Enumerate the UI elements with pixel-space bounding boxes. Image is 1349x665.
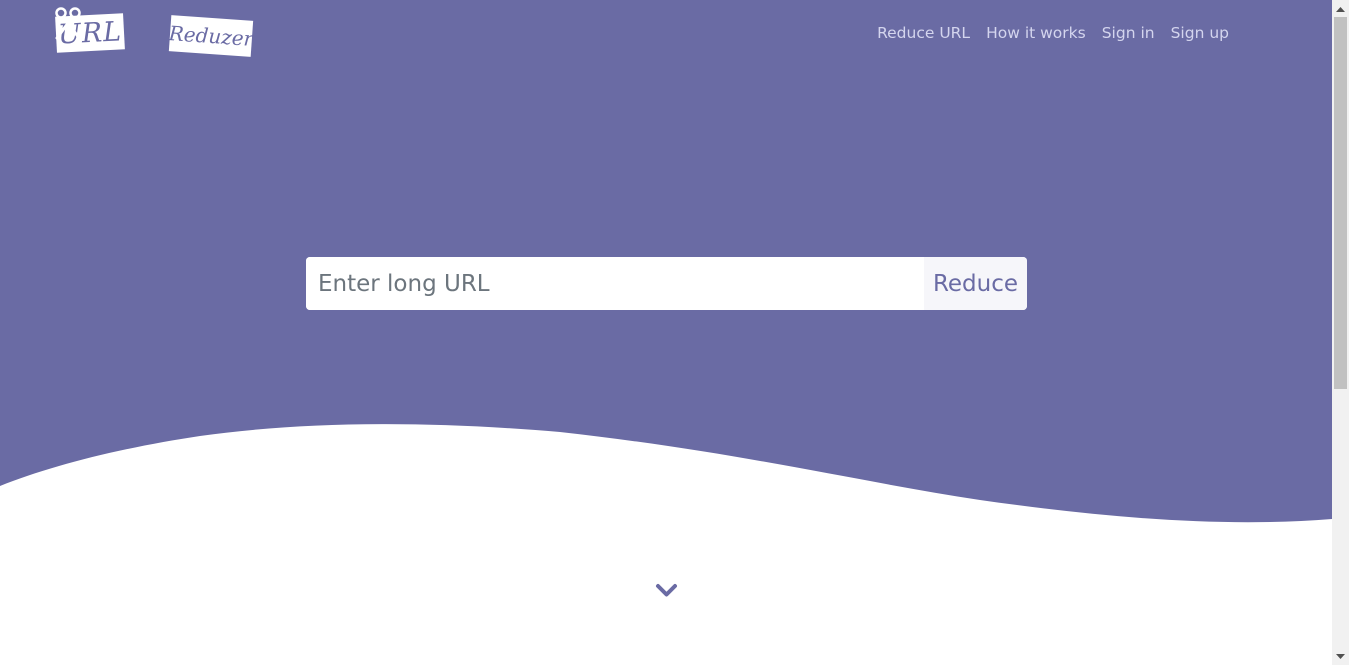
logo-reduzer-label: Reduzer [168, 15, 254, 57]
hero-section: URL Reduzer Reduce URL How it works Sign… [0, 0, 1332, 530]
scrollbar-thumb[interactable] [1334, 17, 1347, 389]
main-nav: Reduce URL How it works Sign in Sign up [877, 20, 1229, 46]
nav-sign-up-link[interactable]: Sign up [1171, 20, 1229, 46]
nav-reduce-url-link[interactable]: Reduce URL [877, 20, 970, 46]
url-shortener-form: Reduce [306, 257, 1027, 310]
logo[interactable]: URL Reduzer [54, 6, 256, 58]
reduce-button[interactable]: Reduce [924, 257, 1027, 310]
scissors-icon [55, 7, 81, 40]
nav-sign-in-link[interactable]: Sign in [1102, 20, 1155, 46]
long-url-input[interactable] [306, 257, 924, 310]
scroll-up-arrow-icon[interactable] [1332, 0, 1349, 17]
chevron-down-icon[interactable] [655, 582, 678, 600]
scroll-down-arrow-icon[interactable] [1332, 648, 1349, 665]
vertical-scrollbar[interactable] [1332, 0, 1349, 665]
page: URL Reduzer Reduce URL How it works Sign… [0, 0, 1349, 665]
nav-how-it-works-link[interactable]: How it works [986, 20, 1086, 46]
